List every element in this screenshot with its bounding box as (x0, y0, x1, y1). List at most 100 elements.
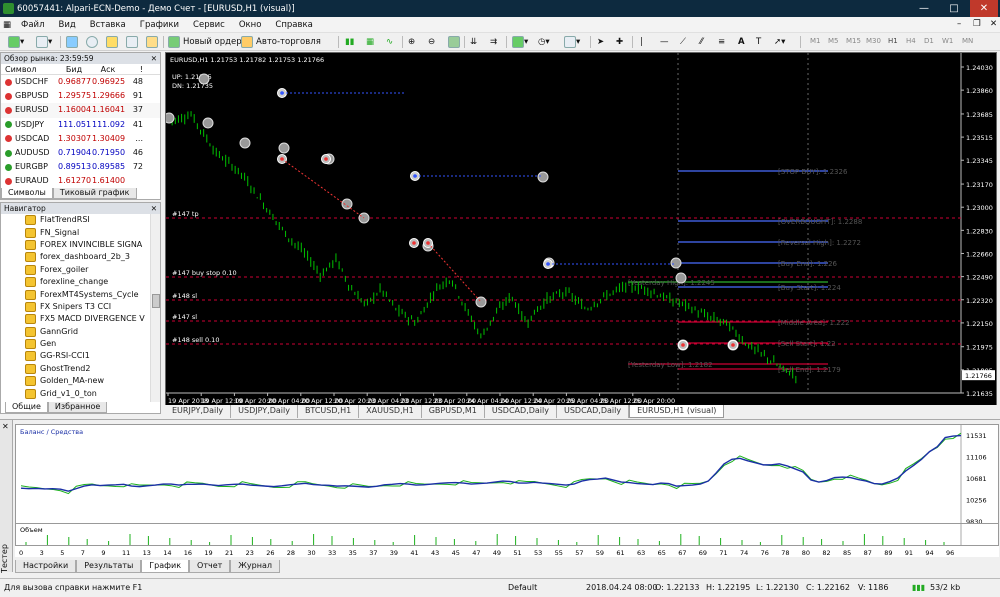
tester-tab[interactable]: Настройки (15, 560, 77, 573)
navigator-icon[interactable] (106, 34, 118, 50)
zoom-in-icon[interactable]: ⊕ (408, 34, 415, 50)
indicators-icon[interactable]: ▾ (512, 34, 528, 50)
navigator-item[interactable]: GG-RSI-CCI1 (1, 350, 160, 362)
tester-icon[interactable] (146, 34, 158, 50)
horizontal-line-icon[interactable]: — (660, 34, 669, 50)
timeframe-m30[interactable]: M30 (866, 37, 881, 45)
col-bid[interactable]: Бид (58, 64, 92, 74)
menu-window[interactable]: Окно (232, 20, 269, 30)
app-menu-icon[interactable]: ▦ (0, 20, 14, 30)
close-icon[interactable]: ✕ (151, 203, 157, 214)
templates-icon[interactable]: ▾ (564, 34, 580, 50)
navigator-item[interactable]: FX5 MACD DIVERGENCE V (1, 313, 160, 325)
timeframe-mn[interactable]: MN (962, 37, 973, 45)
data-window-icon[interactable] (86, 34, 98, 50)
market-watch-row[interactable]: EURAUD 1.61270 1.61400 (1, 174, 160, 188)
timeframe-m5[interactable]: M5 (828, 37, 839, 45)
menu-help[interactable]: Справка (268, 20, 319, 30)
vertical-line-icon[interactable]: | (640, 34, 643, 50)
autoscroll-icon[interactable]: ⇊ (470, 34, 477, 50)
market-watch-row[interactable]: USDCHF 0.96877 0.96925 48 (1, 75, 160, 89)
trade-marker[interactable] (537, 171, 549, 183)
profiles-icon[interactable]: ▾ (36, 34, 52, 50)
tester-tab[interactable]: Отчет (189, 560, 231, 573)
navigator-item[interactable]: forex_dashboard_2b_3 (1, 251, 160, 263)
navigator-item[interactable]: Golden_MA-new (1, 375, 160, 387)
trade-marker[interactable] (675, 272, 687, 284)
navigator-item[interactable]: forexline_change (1, 276, 160, 288)
periods-icon[interactable]: ◷▾ (538, 34, 550, 50)
close-icon[interactable]: ✕ (151, 53, 157, 64)
market-watch-row[interactable]: EURGBP 0.89513 0.89585 72 (1, 160, 160, 174)
navigator-item[interactable]: GannGrid (1, 326, 160, 338)
zoom-out-icon[interactable]: ⊖ (428, 34, 435, 50)
trade-marker[interactable] (239, 137, 251, 149)
timeframe-h1[interactable]: H1 (888, 37, 898, 45)
crosshair-icon[interactable]: ✚ (616, 34, 623, 50)
chart-tab[interactable]: EURJPY,Daily (165, 405, 232, 418)
chart-tab[interactable]: BTCUSD,H1 (298, 405, 360, 418)
navigator-item[interactable]: Forex_goiler (1, 264, 160, 276)
close-icon[interactable]: ✕ (970, 0, 998, 17)
col-symbol[interactable]: Символ (1, 64, 58, 74)
line-chart-icon[interactable]: ∿ (386, 34, 393, 50)
trade-marker[interactable] (166, 112, 175, 124)
menu-file[interactable]: Файл (14, 20, 51, 30)
chart-tab[interactable]: GBPUSD,M1 (422, 405, 485, 418)
chart-tab[interactable]: XAUUSD,H1 (359, 405, 422, 418)
scroll-thumb[interactable] (152, 294, 160, 308)
tab-symbols[interactable]: Символы (1, 188, 53, 199)
autotrading-button[interactable]: Авто-торговля (241, 34, 321, 50)
menu-tools[interactable]: Сервис (186, 20, 232, 30)
maximize-icon[interactable]: □ (940, 0, 968, 17)
tester-tab[interactable]: График (141, 560, 190, 573)
trade-marker[interactable] (202, 117, 214, 129)
market-watch-row[interactable]: USDCAD 1.30307 1.30409... (1, 132, 160, 146)
navigator-item[interactable]: FOREX INVINCIBLE SIGNA (1, 239, 160, 251)
minimize-icon[interactable]: — (910, 0, 938, 17)
timeframe-h4[interactable]: H4 (906, 37, 916, 45)
equidistant-channel-icon[interactable]: ⁄⁄ (700, 34, 703, 50)
navigator-item[interactable]: GhostTrend2 (1, 363, 160, 375)
candlestick-icon[interactable]: ▦ (366, 34, 374, 50)
tab-tick-chart[interactable]: Тиковый график (52, 188, 137, 199)
chart-tab[interactable]: USDCAD,Daily (485, 405, 557, 418)
price-chart[interactable]: 1.24030 1.23860 1.23685 1.23515 1.23345 1.231… (165, 52, 997, 406)
chart-tab[interactable]: USDCAD,Daily (557, 405, 630, 418)
trendline-icon[interactable]: ⟋ (680, 34, 686, 50)
timeframe-m1[interactable]: M1 (810, 37, 821, 45)
timeframe-w1[interactable]: W1 (942, 37, 953, 45)
navigator-item[interactable]: ForexMT4Systems_Cycle (1, 288, 160, 300)
chart-canvas[interactable]: 1.24030 1.23860 1.23685 1.23515 1.23345 1.231… (166, 53, 996, 405)
terminal-icon[interactable] (126, 34, 138, 50)
market-watch-icon[interactable] (66, 34, 78, 50)
fibonacci-icon[interactable]: ≡ (718, 34, 725, 50)
menu-charts[interactable]: Графики (133, 20, 186, 30)
navigator-item[interactable]: FlatTrendRSI (1, 214, 160, 226)
navigator-item[interactable]: FN_Signal (1, 226, 160, 238)
chart-shift-icon[interactable]: ⇉ (490, 34, 497, 50)
text-icon[interactable]: A (738, 34, 745, 50)
chart-tab[interactable]: EURUSD,H1 (visual) (629, 405, 725, 418)
tab-favorites[interactable]: Избранное (47, 402, 108, 413)
tile-windows-icon[interactable] (448, 34, 460, 50)
bar-chart-icon[interactable]: ▮▮ (345, 34, 354, 50)
navigator-item[interactable]: Grid_v1_0_ton (1, 387, 160, 399)
trade-marker[interactable] (670, 257, 682, 269)
new-order-button[interactable]: Новый ордер (168, 34, 242, 50)
tab-general[interactable]: Общие (5, 402, 48, 413)
menu-view[interactable]: Вид (52, 20, 83, 30)
market-watch-row[interactable]: USDJPY 111.051 111.092 41 (1, 118, 160, 132)
trade-marker[interactable] (198, 73, 210, 85)
navigator-item[interactable]: FX Snipers T3 CCI (1, 301, 160, 313)
trade-marker[interactable] (341, 198, 353, 210)
timeframe-d1[interactable]: D1 (924, 37, 934, 45)
market-watch-row[interactable]: EURUSD 1.16004 1.16041 37 (1, 103, 160, 118)
mdi-close-icon[interactable]: ✕ (983, 19, 1000, 29)
market-watch-row[interactable]: AUDUSD 0.71904 0.71950 46 (1, 146, 160, 160)
tester-tab[interactable]: Журнал (230, 560, 280, 573)
new-chart-icon[interactable]: ▾ (8, 34, 24, 50)
tester-tab[interactable]: Результаты (76, 560, 142, 573)
col-ask[interactable]: Аск (92, 64, 126, 74)
market-watch-row[interactable]: GBPUSD 1.29575 1.29666 91 (1, 89, 160, 103)
